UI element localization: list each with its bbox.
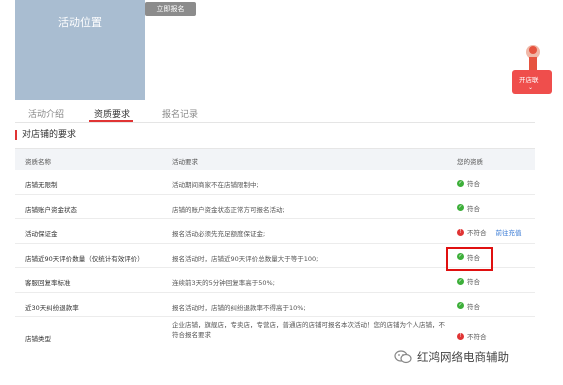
- table-row: 店铺无限制 活动期间商家不在店铺限制中; ✓ 符合: [15, 170, 535, 195]
- open-store-button[interactable]: 开店联 ⌄: [512, 70, 552, 94]
- alert-icon: !: [457, 228, 464, 236]
- table-row: 店铺账户资金状态 店铺的账户资金状态正常方可报名活动; ✓ 符合: [15, 195, 535, 219]
- row-requirement: 活动期间商家不在店铺限制中;: [172, 181, 259, 189]
- row-requirement: 报名活动必须先充足额度保证金;: [172, 230, 266, 238]
- join-button[interactable]: 立即报名: [145, 2, 196, 16]
- check-icon: ✓: [457, 277, 464, 285]
- section-title: 对店铺的要求: [15, 130, 76, 140]
- row-name: 店铺近90天评价数量（仅统计有效评价）: [25, 254, 144, 263]
- status-label: 符合: [467, 180, 480, 188]
- check-icon: ✓: [457, 179, 464, 187]
- table-header: 资质名称 活动要求 您的资质: [15, 148, 535, 170]
- row-name: 活动保证金: [25, 230, 58, 238]
- header-qualification-name: 资质名称: [25, 158, 51, 166]
- chevron-down-icon: ⌄: [528, 84, 534, 91]
- row-name: 店铺无限制: [25, 181, 58, 189]
- tab-bar: 活动介绍 资质要求 报名记录: [15, 107, 535, 122]
- activity-image: 活动位置: [15, 0, 145, 100]
- status-label: 不符合: [467, 333, 487, 341]
- row-requirement: 报名活动时，店铺的纠纷退款率不得高于10%;: [172, 303, 306, 312]
- table-row: 活动保证金 报名活动必须先充足额度保证金; ! 不符合 前往充值: [15, 219, 535, 244]
- header-activity-requirement: 活动要求: [172, 158, 198, 166]
- tab-activity-intro[interactable]: 活动介绍: [28, 107, 64, 120]
- header-your-qualification: 您的资质: [457, 158, 483, 166]
- check-icon: ✓: [457, 204, 464, 211]
- row-status: ✓ 符合: [457, 203, 480, 213]
- wechat-icon: [394, 350, 412, 364]
- row-status: ✓ 符合: [457, 178, 480, 188]
- row-status: ! 不符合 前往充值: [457, 227, 522, 237]
- watermark-text: 红鸿网络电商辅助: [417, 350, 509, 364]
- open-store-badge[interactable]: 开店联 ⌄: [512, 44, 563, 94]
- row-requirement: 店铺的账户资金状态正常方可报名活动;: [172, 205, 285, 214]
- recharge-link[interactable]: 前往充值: [496, 227, 522, 237]
- tab-signup-records[interactable]: 报名记录: [162, 107, 198, 120]
- tab-divider: [15, 122, 535, 123]
- alert-icon: !: [457, 332, 464, 340]
- row-name: 近30天纠纷退款率: [25, 303, 79, 312]
- watermark: 红鸿网络电商辅助: [394, 346, 511, 368]
- row-requirement: 企业店铺，旗舰店，专卖店，专营店，普通店的店铺可报名本次活动！您的店铺为个人店铺…: [172, 321, 445, 339]
- status-label: 不符合: [467, 229, 487, 237]
- activity-image-label: 活动位置: [58, 16, 102, 29]
- row-status: ✓ 符合: [457, 301, 480, 311]
- row-status: ✓ 符合: [457, 276, 480, 286]
- status-label: 符合: [467, 278, 480, 286]
- row-requirement: 连续前3天的5分钟回复率高于50%;: [172, 279, 275, 287]
- row-name: 店铺账户资金状态: [25, 205, 77, 214]
- table-row: 近30天纠纷退款率 报名活动时，店铺的纠纷退款率不得高于10%; ✓ 符合: [15, 293, 535, 317]
- table-row: 店铺类型 企业店铺，旗舰店，专卖店，专营店，普通店的店铺可报名本次活动！您的店铺…: [15, 317, 535, 349]
- open-store-label: 开店联: [519, 76, 539, 84]
- highlight-annotation: [446, 247, 493, 271]
- status-label: 符合: [467, 204, 480, 213]
- row-name: 客服回复率标准: [25, 279, 71, 287]
- row-requirement: 报名活动时，店铺近90天评价总数量大于等于100;: [172, 254, 319, 263]
- status-label: 符合: [467, 302, 480, 311]
- table-row: 客服回复率标准 连续前3天的5分钟回复率高于50%; ✓ 符合: [15, 268, 535, 293]
- check-icon: ✓: [457, 302, 464, 309]
- tab-qualification[interactable]: 资质要求: [94, 107, 130, 120]
- row-name: 店铺类型: [25, 335, 51, 343]
- mascot-icon: [526, 45, 540, 70]
- row-status: ! 不符合: [457, 331, 487, 341]
